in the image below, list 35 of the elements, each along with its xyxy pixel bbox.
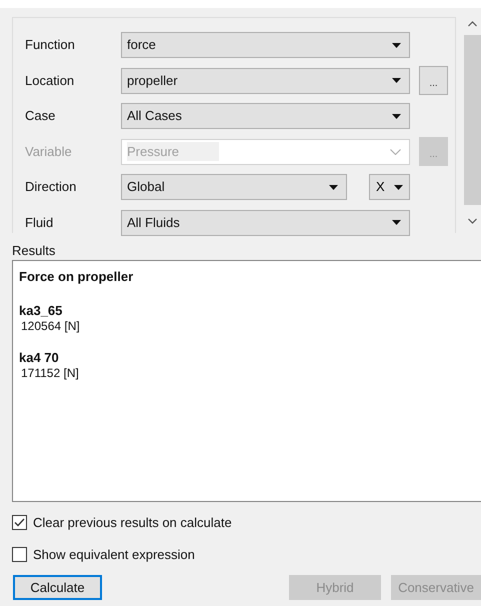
field-label: Variable xyxy=(25,142,73,161)
case-name: ka3_65 xyxy=(19,302,64,318)
dropdown-arrow-icon xyxy=(392,78,401,83)
dropdown[interactable]: All Cases xyxy=(121,103,410,129)
dropdown[interactable]: force xyxy=(121,32,410,58)
dropdown[interactable]: Global xyxy=(121,174,347,200)
dropdown[interactable]: All Fluids xyxy=(121,210,410,236)
field-label: Direction xyxy=(25,178,78,196)
axis-dropdown[interactable]: X xyxy=(369,174,410,200)
chevron-down-icon xyxy=(390,148,401,154)
checkbox[interactable] xyxy=(12,546,27,562)
action-button[interactable]: Calculate xyxy=(13,575,102,600)
result-value: 171152 [N] xyxy=(20,366,80,380)
dropdown-arrow-icon xyxy=(392,114,401,118)
result-value: 120564 [N] xyxy=(20,318,81,334)
dropdown-arrow-icon xyxy=(329,184,338,190)
dropdown-arrow-icon xyxy=(392,42,401,48)
checkbox[interactable] xyxy=(12,515,27,530)
checkbox-label: Show equivalent expression xyxy=(33,546,195,564)
checkbox-label: Clear previous results on calculate xyxy=(33,514,232,532)
results-title: Force on propeller xyxy=(19,268,134,286)
scroll-down-icon[interactable] xyxy=(468,218,476,224)
field-label: Location xyxy=(25,72,76,90)
browse-button[interactable]: ... xyxy=(419,66,448,95)
results-label: Results xyxy=(11,243,56,259)
scroll-up-icon[interactable] xyxy=(468,21,476,27)
case-name: ka4 70 xyxy=(19,350,60,366)
field-label: Fluid xyxy=(25,214,54,232)
dropdown-arrow-icon xyxy=(394,184,403,190)
dropdown-arrow-icon xyxy=(392,220,401,225)
checkmark-icon xyxy=(14,518,25,528)
dropdown[interactable]: propeller xyxy=(121,68,410,94)
scrollbar-thumb[interactable] xyxy=(464,35,480,205)
field-label: Function xyxy=(25,36,76,54)
field-label: Case xyxy=(25,107,56,126)
